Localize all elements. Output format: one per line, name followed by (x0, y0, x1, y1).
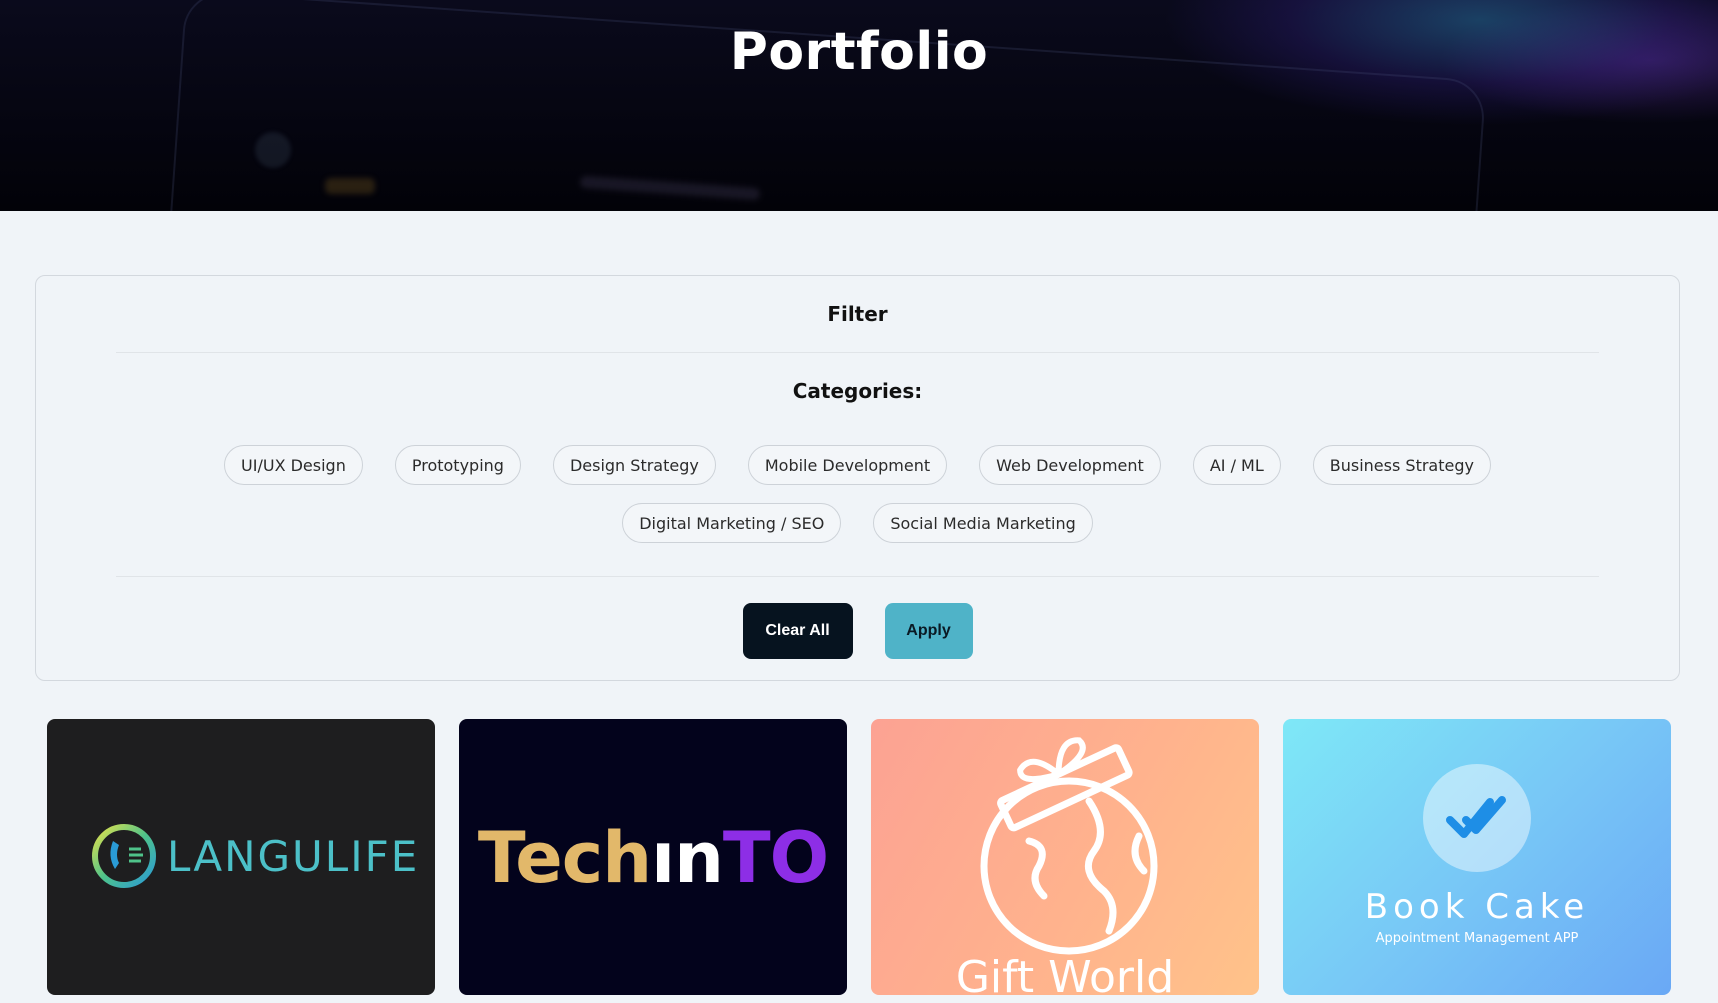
gift-world-wordmark: Gift World (955, 952, 1175, 995)
filter-panel: Filter Categories: UI/UX Design Prototyp… (35, 275, 1680, 681)
langulife-wordmark: LANGULIFE (167, 831, 420, 881)
book-cake-logo (1423, 764, 1531, 872)
book-cake-subtitle: Appointment Management APP (1375, 931, 1579, 946)
langulife-logo: LANGULIFE (89, 821, 419, 891)
category-chip-business-strategy[interactable]: Business Strategy (1312, 445, 1491, 485)
clear-all-button[interactable]: Clear All (742, 603, 853, 659)
category-chip-ai-ml[interactable]: AI / ML (1192, 445, 1281, 485)
category-chip-digital-marketing-seo[interactable]: Digital Marketing / SEO (622, 503, 842, 543)
category-chip-prototyping[interactable]: Prototyping (394, 445, 521, 485)
category-chip-design-strategy[interactable]: Design Strategy (552, 445, 716, 485)
filter-title: Filter (827, 302, 888, 326)
double-check-icon (1446, 796, 1506, 838)
techinto-word-to: TO (722, 817, 829, 899)
gift-globe-icon (980, 737, 1158, 955)
category-chip-uiux-design[interactable]: UI/UX Design (224, 445, 363, 485)
category-chip-web-development[interactable]: Web Development (979, 445, 1161, 485)
hero-banner: Portfolio (0, 0, 1718, 211)
techinto-wordmark: TechınTO (459, 817, 847, 899)
hero-blur-decoration (255, 132, 291, 168)
apply-button[interactable]: Apply (884, 603, 973, 659)
filter-divider (116, 352, 1599, 353)
filter-divider (116, 576, 1599, 577)
project-card-techinto[interactable]: TechınTO (459, 719, 847, 995)
project-card-langulife[interactable]: LANGULIFE (47, 719, 435, 995)
category-chip-mobile-development[interactable]: Mobile Development (747, 445, 948, 485)
techinto-word-in: ın (651, 817, 724, 899)
project-card-gift-world[interactable]: Gift World (871, 719, 1259, 995)
categories-title: Categories: (792, 379, 923, 403)
filter-actions: Clear All Apply (36, 603, 1679, 659)
category-chip-social-media-marketing[interactable]: Social Media Marketing (873, 503, 1093, 543)
book-cake-title: Book Cake (1364, 887, 1590, 927)
page-title: Portfolio (729, 22, 989, 82)
hero-blur-decoration (325, 178, 375, 194)
langulife-mark-icon (92, 824, 156, 888)
category-chips-row: Digital Marketing / SEO Social Media Mar… (36, 503, 1679, 543)
project-card-book-cake[interactable]: Book Cake Appointment Management APP (1283, 719, 1671, 995)
portfolio-grid: LANGULIFE TechınTO Gift World Book Cake … (47, 719, 1671, 995)
techinto-word-tech: Tech (477, 817, 652, 899)
category-chips-row: UI/UX Design Prototyping Design Strategy… (36, 445, 1679, 485)
